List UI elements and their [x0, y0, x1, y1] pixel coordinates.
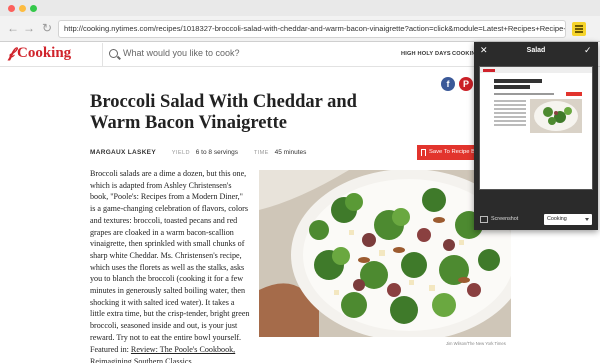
reload-icon[interactable]: ↻: [40, 21, 54, 35]
time-value: 45 minutes: [274, 149, 307, 156]
screenshot-label[interactable]: Screenshot: [491, 216, 518, 222]
nyt-cooking-logo[interactable]: 𝓯 Cooking: [8, 45, 71, 62]
search-input[interactable]: What would you like to cook?: [102, 43, 392, 67]
page-thumbnail: [480, 67, 592, 189]
share-panel-footer: Screenshot Cooking: [474, 212, 598, 230]
destination-select[interactable]: Cooking: [544, 214, 592, 225]
back-arrow-icon[interactable]: ←: [6, 21, 20, 35]
share-panel: ✕ Salad ✓ Screenshot Cooking: [474, 42, 598, 230]
share-panel-title: Salad: [526, 47, 546, 54]
yield-label: YIELD: [171, 150, 190, 156]
nyt-t-icon: 𝓯: [8, 45, 15, 61]
nav-high-holy-days[interactable]: HIGH HOLY DAYS: [401, 51, 451, 57]
search-placeholder: What would you like to cook?: [123, 48, 240, 58]
save-to-recipe-box-button[interactable]: Save To Recipe B: [417, 145, 477, 160]
share-panel-header: ✕ Salad ✓: [474, 42, 598, 60]
browser-toolbar: ← → ↻ http://cooking.nytimes.com/recipes…: [0, 16, 600, 42]
time-label: TIME: [253, 150, 269, 156]
recipe-title: Broccoli Salad With Cheddar and Warm Bac…: [90, 92, 357, 133]
screenshot-preview: [479, 66, 593, 190]
extension-button[interactable]: [572, 22, 586, 36]
pinterest-share-icon[interactable]: P: [459, 77, 473, 91]
recipe-author[interactable]: MARGAUX LASKEY: [90, 149, 156, 156]
minimize-window-button[interactable]: [19, 5, 26, 12]
window-titlebar: [0, 0, 600, 16]
facebook-share-icon[interactable]: f: [441, 77, 455, 91]
screenshot-icon[interactable]: [480, 216, 488, 223]
bookmark-icon: [421, 149, 426, 156]
checkmark-icon[interactable]: ✓: [584, 45, 592, 56]
search-icon: [109, 49, 118, 58]
recipe-intro: Broccoli salads are a dime a dozen, but …: [90, 169, 250, 342]
yield-value: 6 to 8 servings: [195, 149, 239, 156]
caret-down-icon: [585, 218, 589, 221]
featured-in: Featured in: Review: The Poole's Cookboo…: [90, 344, 250, 363]
forward-arrow-icon[interactable]: →: [22, 21, 36, 35]
recipe-meta: MARGAUX LASKEY YIELD 6 to 8 servings TIM…: [90, 149, 306, 156]
address-bar[interactable]: http://cooking.nytimes.com/recipes/10183…: [58, 20, 566, 38]
photo-credit: Jim Wilson/The New York Times: [446, 341, 506, 346]
close-window-button[interactable]: [8, 5, 15, 12]
zoom-window-button[interactable]: [30, 5, 37, 12]
